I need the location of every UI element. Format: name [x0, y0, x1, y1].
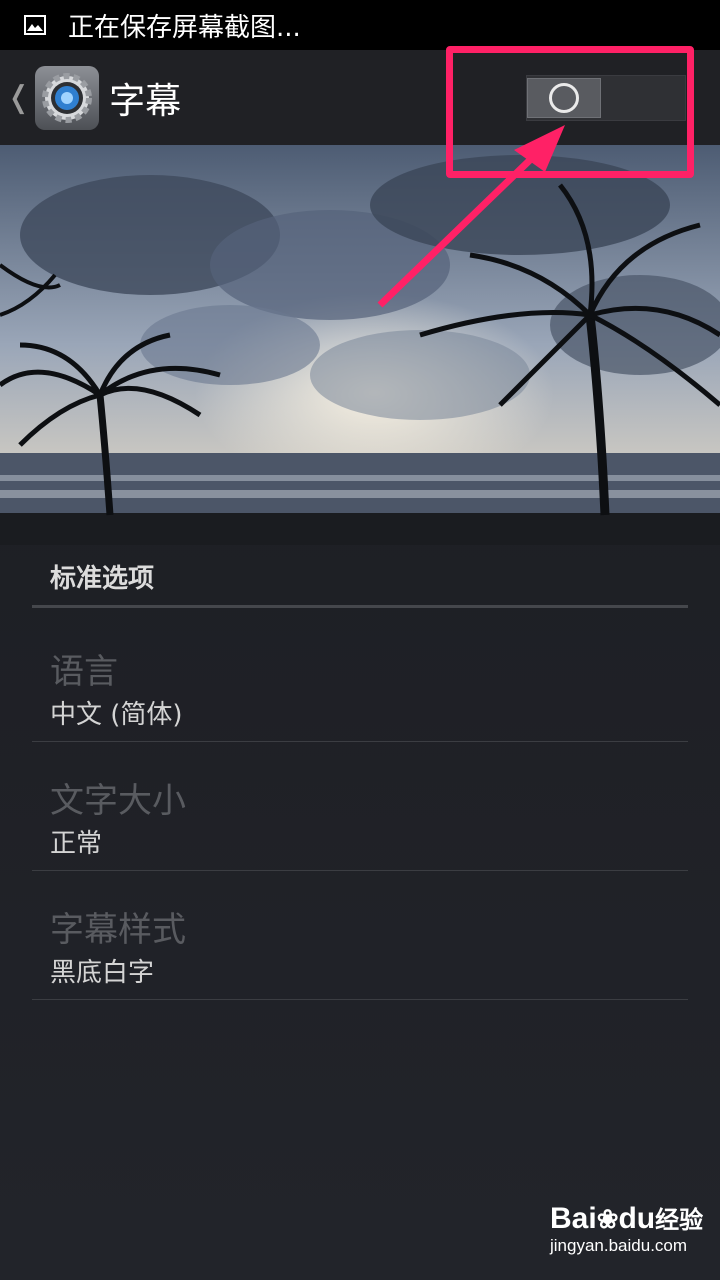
preference-title: 文字大小 [50, 781, 186, 821]
watermark-brand-left: Bai [550, 1202, 597, 1235]
preference-text-size[interactable]: 文字大小 正常 [32, 743, 688, 871]
preference-summary: 正常 [50, 829, 103, 859]
watermark-url: jingyan.baidu.com [550, 1236, 688, 1255]
preference-caption-style[interactable]: 字幕样式 黑底白字 [32, 872, 688, 1000]
preference-language[interactable]: 语言 中文 (简体) [32, 614, 688, 742]
preference-summary: 中文 (简体) [50, 700, 183, 730]
watermark-brand-cn: 经验 [655, 1207, 704, 1234]
section-divider [32, 605, 688, 608]
paw-icon: ❀ [596, 1204, 619, 1234]
section-header: 标准选项 [50, 564, 155, 594]
watermark-brand-mid: du [618, 1202, 656, 1235]
annotation-arrow-icon [377, 125, 565, 308]
preference-summary: 黑底白字 [50, 958, 155, 988]
preference-title: 字幕样式 [50, 910, 186, 950]
preference-title: 语言 [50, 652, 118, 692]
baidu-jingyan-watermark: Bai❀du经验 jingyan.baidu.com [550, 1200, 710, 1270]
